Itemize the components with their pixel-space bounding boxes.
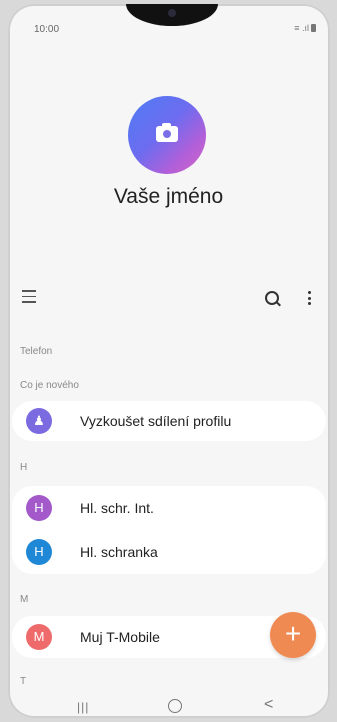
signal-icon: ≡ .ıl: [294, 23, 309, 33]
back-button[interactable]: <: [264, 696, 273, 714]
contact-name: Hl. schr. Int.: [80, 500, 154, 516]
camera-lens: [163, 130, 171, 138]
section-label-phone: Telefon: [20, 346, 53, 357]
section-label-t: T: [20, 676, 27, 687]
recent-apps-button[interactable]: |||: [77, 700, 89, 714]
contact-avatar: H: [26, 539, 52, 565]
contacts-h-card: H Hl. schr. Int. H Hl. schranka: [12, 486, 326, 574]
status-time: 10:00: [34, 24, 60, 35]
add-contact-button[interactable]: +: [270, 612, 316, 658]
search-icon[interactable]: [265, 291, 279, 305]
section-label-whats-new: Co je nového: [20, 380, 79, 391]
status-icons: ≡ .ıl: [294, 23, 316, 33]
battery-icon: [311, 24, 316, 32]
profile-name[interactable]: Vaše jméno: [0, 185, 337, 209]
hamburger-icon[interactable]: [22, 290, 36, 307]
contact-avatar: H: [26, 495, 52, 521]
contact-name: Hl. schranka: [80, 544, 158, 560]
contact-avatar: M: [26, 624, 52, 650]
contact-row[interactable]: H Hl. schr. Int.: [12, 489, 326, 527]
navigation-bar: ||| <: [0, 692, 337, 722]
whats-new-card: ♟ Vyzkoušet sdílení profilu: [12, 401, 326, 441]
list-item-label: Vyzkoušet sdílení profilu: [80, 413, 232, 429]
front-camera-icon: [168, 9, 176, 17]
list-item-try-profile-sharing[interactable]: ♟ Vyzkoušet sdílení profilu: [12, 402, 326, 440]
section-label-m: M: [20, 594, 29, 605]
section-label-h: H: [20, 462, 28, 473]
home-button[interactable]: [168, 699, 182, 713]
contact-row[interactable]: H Hl. schranka: [12, 533, 326, 571]
contact-name: Muj T-Mobile: [80, 629, 160, 645]
more-vert-icon[interactable]: [308, 291, 312, 308]
camera-notch: [126, 4, 218, 26]
people-icon: ♟: [26, 408, 52, 434]
profile-avatar-button[interactable]: [128, 96, 206, 174]
